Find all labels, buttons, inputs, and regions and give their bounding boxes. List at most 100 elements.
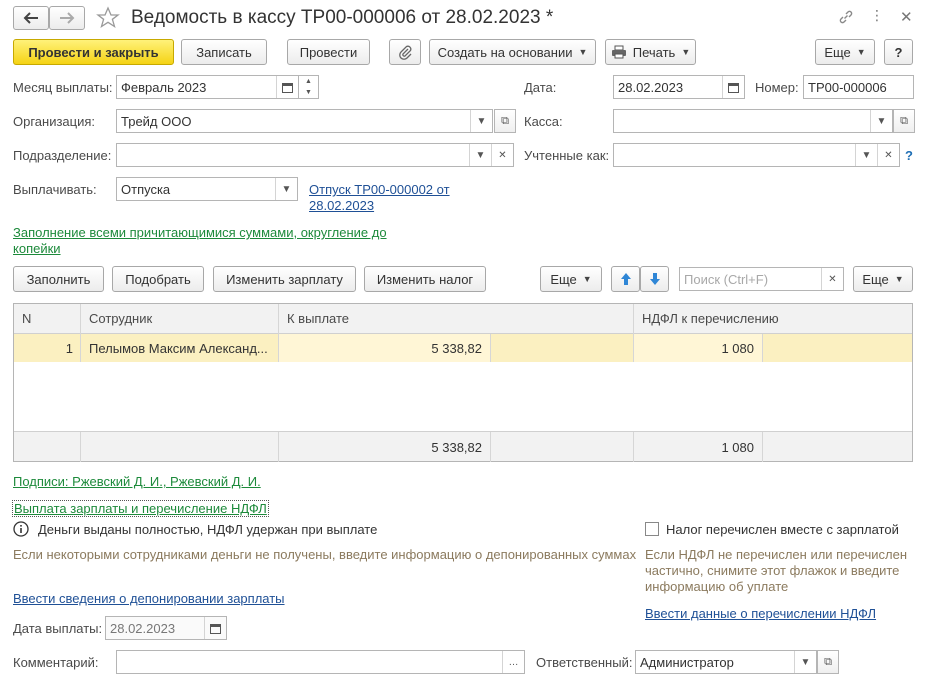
dropdown-arrow-icon: ▼	[578, 47, 588, 57]
table-more-button[interactable]: Еще ▼	[540, 266, 602, 292]
chevron-down-icon[interactable]: ▼	[470, 110, 492, 132]
footer-to-pay-value: 5 338,82	[431, 439, 482, 455]
fill-button[interactable]: Заполнить	[13, 266, 104, 292]
department-field[interactable]: ▼ ✕	[116, 143, 514, 167]
print-button[interactable]: Печать ▼	[605, 39, 696, 65]
column-header-ndfl[interactable]: НДФЛ к перечислению	[634, 304, 912, 334]
clear-icon[interactable]: ✕	[877, 144, 899, 166]
table-row[interactable]: 1 Пелымов Максим Александ... 5 338,82 1 …	[14, 334, 912, 362]
cell-to-pay[interactable]: 5 338,82	[279, 334, 490, 362]
open-form-icon: ⧉	[900, 114, 908, 127]
change-tax-button[interactable]: Изменить налог	[364, 266, 486, 292]
paperclip-icon	[398, 44, 412, 60]
close-icon[interactable]: ✕	[900, 8, 913, 26]
open-responsible-button[interactable]: ⧉	[817, 650, 839, 674]
tax-paid-checkbox[interactable]	[645, 522, 659, 536]
pay-type-value: Отпуска	[121, 181, 171, 197]
organization-field[interactable]: Трейд ООО ▼	[116, 109, 493, 133]
chevron-down-icon[interactable]: ▼	[275, 178, 297, 200]
post-button[interactable]: Провести	[287, 39, 370, 65]
cash-field[interactable]: ▼	[613, 109, 893, 133]
back-arrow-icon	[23, 12, 39, 24]
row-to-pay-value: 5 338,82	[431, 340, 482, 356]
forward-button[interactable]	[49, 6, 85, 30]
comment-label: Комментарий:	[13, 655, 99, 670]
chevron-down-icon[interactable]: ▼	[469, 144, 491, 166]
calendar-icon[interactable]	[276, 76, 298, 98]
pay-type-field[interactable]: Отпуска ▼	[116, 177, 298, 201]
column-separator	[633, 304, 634, 362]
footer-ndfl-value: 1 080	[721, 439, 754, 455]
spinner-up-icon[interactable]: ▲	[299, 76, 318, 87]
ellipsis-icon[interactable]: …	[502, 651, 524, 673]
link-icon[interactable]	[838, 9, 854, 28]
ndfl-payment-link[interactable]: Ввести данные о перечислении НДФЛ	[645, 606, 876, 621]
help-button[interactable]: ?	[884, 39, 913, 65]
more-label: Еще	[824, 44, 851, 60]
accounted-as-field[interactable]: ▼ ✕	[613, 143, 900, 167]
calendar-icon[interactable]	[722, 76, 744, 98]
move-down-button[interactable]	[640, 266, 669, 292]
help-label: ?	[894, 44, 903, 60]
save-button[interactable]: Записать	[181, 39, 267, 65]
footer-to-pay: 5 338,82	[279, 433, 490, 461]
cell-ndfl[interactable]: 1 080	[634, 334, 762, 362]
search-input[interactable]: Поиск (Ctrl+F) ✕	[679, 267, 844, 291]
section-link[interactable]: Выплата зарплаты и перечисление НДФЛ	[12, 500, 269, 517]
chevron-down-icon[interactable]: ▼	[855, 144, 877, 166]
table-more2-button[interactable]: Еще ▼	[853, 266, 913, 292]
column-header-employee[interactable]: Сотрудник	[81, 304, 279, 334]
column-separator	[80, 304, 81, 362]
post-and-close-label: Провести и закрыть	[28, 44, 159, 60]
department-label: Подразделение:	[13, 148, 112, 163]
date-field[interactable]: 28.02.2023	[613, 75, 745, 99]
month-field[interactable]: Февраль 2023	[116, 75, 299, 99]
post-and-close-button[interactable]: Провести и закрыть	[13, 39, 174, 65]
pay-date-field[interactable]: 28.02.2023	[105, 616, 227, 640]
arrow-down-icon	[649, 272, 661, 286]
date-value: 28.02.2023	[618, 79, 684, 95]
back-button[interactable]	[13, 6, 49, 30]
row-employee-value: Пелымов Максим Александ...	[89, 340, 268, 356]
row-ndfl-value: 1 080	[721, 340, 754, 356]
spinner-down-icon[interactable]: ▼	[299, 87, 318, 98]
pay-date-value: 28.02.2023	[110, 620, 176, 636]
dropdown-arrow-icon: ▼	[856, 47, 866, 57]
accounted-as-help-icon[interactable]: ?	[905, 148, 913, 163]
move-up-button[interactable]	[611, 266, 640, 292]
employees-table[interactable]: N Сотрудник К выплате НДФЛ к перечислени…	[13, 303, 913, 462]
tax-paid-label[interactable]: Налог перечислен вместе с зарплатой	[666, 522, 899, 537]
pick-button[interactable]: Подобрать	[112, 266, 204, 292]
chevron-down-icon[interactable]: ▼	[870, 110, 892, 132]
chevron-down-icon[interactable]: ▼	[794, 651, 816, 673]
open-cash-button[interactable]: ⧉	[893, 109, 915, 133]
clear-icon[interactable]: ✕	[491, 144, 513, 166]
header-employee-label: Сотрудник	[89, 311, 153, 326]
signatures-link[interactable]: Подписи: Ржевский Д. И., Ржевский Д. И.	[13, 474, 261, 489]
change-salary-button[interactable]: Изменить зарплату	[213, 266, 356, 292]
responsible-field[interactable]: Администратор ▼	[635, 650, 817, 674]
column-header-to-pay[interactable]: К выплате	[279, 304, 634, 334]
fill-label: Заполнить	[26, 271, 91, 287]
open-organization-button[interactable]: ⧉	[494, 109, 516, 133]
vacation-document-link[interactable]: Отпуск ТР00-000002 от 28.02.2023	[309, 182, 459, 214]
table-footer: 5 338,82 1 080	[14, 431, 912, 462]
dropdown-arrow-icon: ▼	[582, 274, 592, 284]
column-separator	[490, 432, 491, 462]
favorite-star-icon[interactable]	[96, 6, 120, 33]
calendar-icon[interactable]	[204, 617, 226, 639]
pay-type-label: Выплачивать:	[13, 182, 97, 197]
fill-mode-link[interactable]: Заполнение всеми причитающимися суммами,…	[13, 225, 408, 257]
attach-button[interactable]	[389, 39, 421, 65]
comment-field[interactable]: …	[116, 650, 525, 674]
month-spinner[interactable]: ▲ ▼	[299, 75, 319, 99]
number-field[interactable]: ТР00-000006	[803, 75, 914, 99]
clear-search-icon[interactable]: ✕	[821, 268, 843, 290]
more-vertical-icon[interactable]: ⋮	[870, 8, 884, 22]
date-label: Дата:	[524, 80, 557, 95]
column-header-n[interactable]: N	[14, 304, 81, 334]
more-button[interactable]: Еще ▼	[815, 39, 875, 65]
cash-label: Касса:	[524, 114, 563, 129]
create-based-on-button[interactable]: Создать на основании ▼	[429, 39, 596, 65]
deposit-link[interactable]: Ввести сведения о депонировании зарплаты	[13, 591, 285, 606]
